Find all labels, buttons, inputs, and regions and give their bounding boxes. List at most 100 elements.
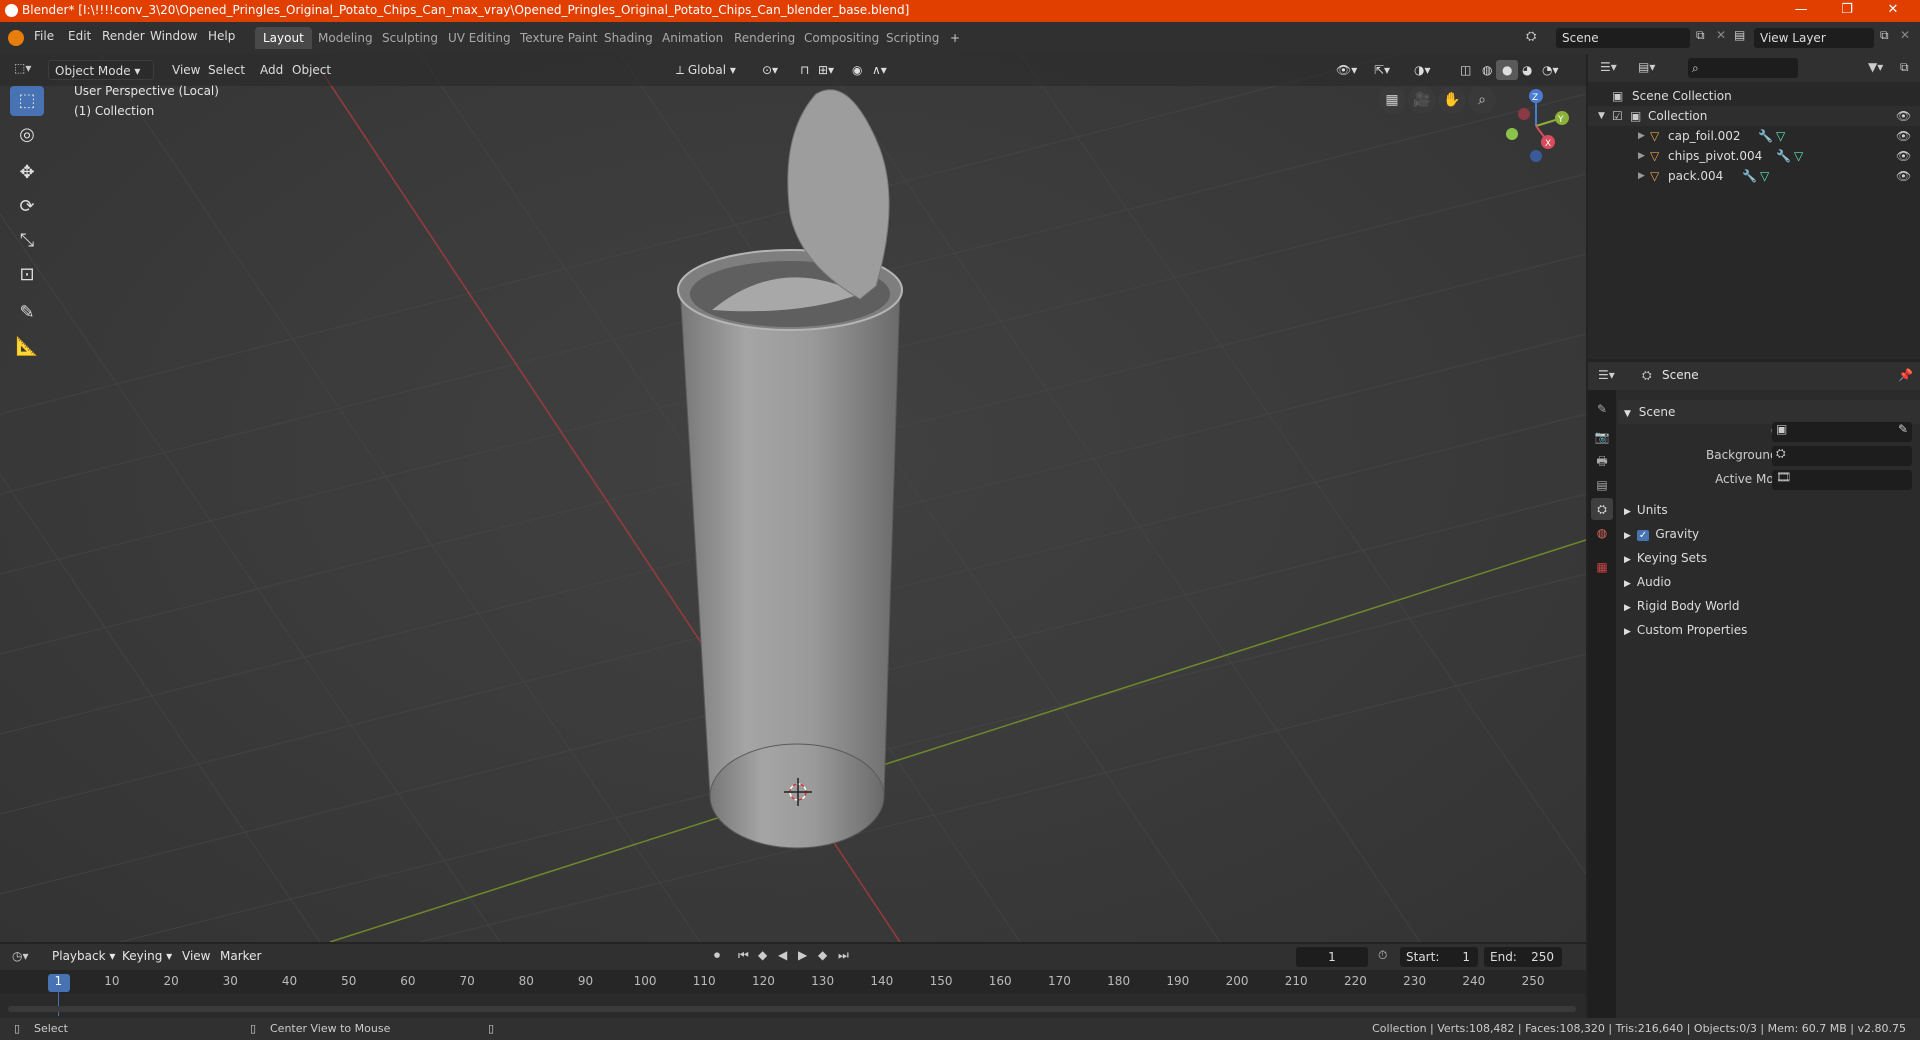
menu-file[interactable]: File <box>34 29 54 43</box>
mode-dropdown[interactable]: Object Mode ▾ <box>48 60 154 80</box>
select-box-tool[interactable]: ⬚ <box>10 86 44 116</box>
overlay-toggle-icon[interactable]: ◑▾ <box>1408 60 1437 80</box>
new-collection-icon[interactable]: ⧉ <box>1900 60 1909 75</box>
gravity-checkbox[interactable]: ✓ <box>1636 530 1650 541</box>
vp-menu-add[interactable]: Add <box>254 60 289 80</box>
tab-scripting[interactable]: Scripting <box>878 27 947 49</box>
outliner-row-object[interactable]: ▶ ▽ pack.004 🔧 ▽ 👁 <box>1588 166 1920 186</box>
eye-icon[interactable]: 👁 <box>1896 126 1911 146</box>
editor-type-icon[interactable]: ⬚▾ <box>14 61 31 75</box>
tab-animation[interactable]: Animation <box>654 27 731 49</box>
next-keyframe-icon[interactable]: ◆ <box>818 948 827 962</box>
orientation-dropdown[interactable]: ⟂ Global ▾ <box>670 60 742 80</box>
scale-tool[interactable]: ⤡ <box>10 226 44 256</box>
eye-icon[interactable]: 👁 <box>1896 146 1911 166</box>
keying-sets-section-header[interactable]: ▶ Keying Sets <box>1618 546 1920 570</box>
tab-uv-editing[interactable]: UV Editing <box>440 27 519 49</box>
eye-icon[interactable]: 👁 <box>1896 106 1911 126</box>
scene-selector-icon[interactable]: ⛭ <box>1526 29 1536 44</box>
timeline-ruler[interactable]: 1 10 20 30 40 50 60 70 80 90 100 110 120 130 140 150 160… <box>0 970 1586 1016</box>
menu-help[interactable]: Help <box>208 29 235 43</box>
units-section-header[interactable]: ▶ Units <box>1618 498 1920 522</box>
play-icon[interactable]: ▶ <box>798 948 807 962</box>
tab-compositing[interactable]: Compositing <box>796 27 887 49</box>
tl-menu-playback[interactable]: Playback ▾ <box>52 949 115 963</box>
output-tab-icon[interactable]: 🖶 <box>1591 450 1613 472</box>
blender-menu-icon[interactable] <box>8 30 24 46</box>
move-tool[interactable]: ✥ <box>10 158 44 188</box>
outliner-row-scene-collection[interactable]: ▣ Scene Collection <box>1588 86 1920 106</box>
rigid-body-world-section-header[interactable]: ▶ Rigid Body World <box>1618 594 1920 618</box>
xray-icon[interactable]: ◫ <box>1454 60 1477 80</box>
vp-menu-select[interactable]: Select <box>202 60 251 80</box>
tab-sculpting[interactable]: Sculpting <box>374 27 446 49</box>
minimize-button[interactable]: — <box>1778 0 1824 22</box>
add-workspace-button[interactable]: + <box>942 27 968 49</box>
active-movie-clip-field[interactable]: 🎞 <box>1772 470 1912 490</box>
snap-target-icon[interactable]: ⊞▾ <box>812 60 840 80</box>
collapse-arrow-icon[interactable]: ▼ <box>1598 106 1605 126</box>
visibility-icon[interactable]: 👁▾ <box>1330 60 1363 80</box>
record-icon[interactable]: ⏺ <box>714 948 720 963</box>
filter-icon[interactable]: ▼▾ <box>1868 60 1883 74</box>
audio-section-header[interactable]: ▶ Audio <box>1618 570 1920 594</box>
render-tab-icon[interactable]: 📷 <box>1591 426 1613 448</box>
custom-properties-section-header[interactable]: ▶ Custom Properties <box>1618 618 1920 642</box>
tab-texture-paint[interactable]: Texture Paint <box>512 27 605 49</box>
tl-menu-view[interactable]: View <box>182 949 210 963</box>
rendered-shading-icon[interactable]: ◔▾ <box>1536 60 1565 80</box>
close-button[interactable]: ✕ <box>1870 0 1916 22</box>
view-layer-tab-icon[interactable]: ▤ <box>1591 474 1613 496</box>
jump-end-icon[interactable]: ⏭ <box>838 948 849 963</box>
outliner-row-object[interactable]: ▶ ▽ cap_foil.002 🔧 ▽ 👁 <box>1588 126 1920 146</box>
timeline-editor-type-icon[interactable]: ◷▾ <box>12 949 29 963</box>
tab-shading[interactable]: Shading <box>596 27 661 49</box>
remove-viewlayer-icon[interactable]: ✕ <box>1900 28 1910 42</box>
display-mode-icon[interactable]: ▤▾ <box>1638 60 1655 74</box>
camera-field[interactable]: ▣ ✎ <box>1772 422 1912 442</box>
tl-menu-keying[interactable]: Keying ▾ <box>122 949 172 963</box>
navigation-gizmo[interactable]: Z Y X <box>1488 84 1578 174</box>
camera-view-icon[interactable]: 🎥 <box>1408 86 1436 114</box>
jump-start-icon[interactable]: ⏮ <box>738 948 749 963</box>
outliner-search-input[interactable]: ⌕ <box>1688 58 1798 78</box>
tab-modeling[interactable]: Modeling <box>310 27 381 49</box>
tool-tab-icon[interactable]: ✎ <box>1591 398 1613 420</box>
expand-arrow-icon[interactable]: ▶ <box>1638 166 1645 186</box>
measure-tool[interactable]: 📐 <box>10 332 44 362</box>
new-viewlayer-icon[interactable]: ⧉ <box>1880 28 1889 43</box>
end-frame-field[interactable]: End: 250 <box>1484 947 1562 967</box>
toggle-grid-icon[interactable]: ▦ <box>1378 86 1406 114</box>
scene-tab-icon[interactable]: ⛭ <box>1591 498 1613 520</box>
viewlayer-field[interactable]: View Layer <box>1754 28 1874 48</box>
3d-viewport[interactable]: ⬚▾ Object Mode ▾ View Select Add Object … <box>0 54 1586 942</box>
current-frame-field[interactable]: 1 <box>1296 947 1368 967</box>
stopwatch-icon[interactable]: ⏱ <box>1378 948 1387 963</box>
expand-arrow-icon[interactable]: ▶ <box>1638 146 1645 166</box>
maximize-button[interactable]: ❐ <box>1824 0 1870 22</box>
falloff-icon[interactable]: ∧▾ <box>866 60 893 80</box>
scene-field[interactable]: Scene <box>1556 28 1690 48</box>
tab-rendering[interactable]: Rendering <box>726 27 803 49</box>
viewlayer-selector-icon[interactable]: ▤ <box>1734 28 1745 42</box>
pivot-icon[interactable]: ⊙▾ <box>756 60 784 80</box>
menu-window[interactable]: Window <box>150 29 197 43</box>
new-scene-icon[interactable]: ⧉ <box>1696 28 1705 43</box>
cursor-tool[interactable]: ◎ <box>10 120 44 150</box>
prev-keyframe-icon[interactable]: ◆ <box>758 948 767 962</box>
gravity-section-header[interactable]: ▶ ✓ Gravity <box>1618 522 1920 546</box>
scene-section-header[interactable]: ▼ Scene <box>1618 400 1920 424</box>
pin-icon[interactable]: 📌 <box>1898 368 1913 382</box>
collection-checkbox[interactable]: ☑ <box>1612 106 1623 126</box>
remove-scene-icon[interactable]: ✕ <box>1716 28 1726 42</box>
menu-render[interactable]: Render <box>102 29 145 43</box>
properties-editor-type-icon[interactable]: ☰▾ <box>1598 368 1615 382</box>
outliner-editor-type-icon[interactable]: ☰▾ <box>1600 60 1617 74</box>
vp-menu-object[interactable]: Object <box>286 60 337 80</box>
outliner-row-collection[interactable]: ▼ ☑ ▣ Collection 👁 <box>1588 106 1920 126</box>
background-scene-field[interactable]: ⛭ <box>1772 446 1912 466</box>
transform-tool[interactable]: ⊡ <box>10 260 44 290</box>
gizmo-toggle-icon[interactable]: ⇱▾ <box>1368 60 1396 80</box>
eyedropper-icon[interactable]: ✎ <box>1898 422 1908 436</box>
texture-tab-icon[interactable]: ▦ <box>1591 556 1613 578</box>
